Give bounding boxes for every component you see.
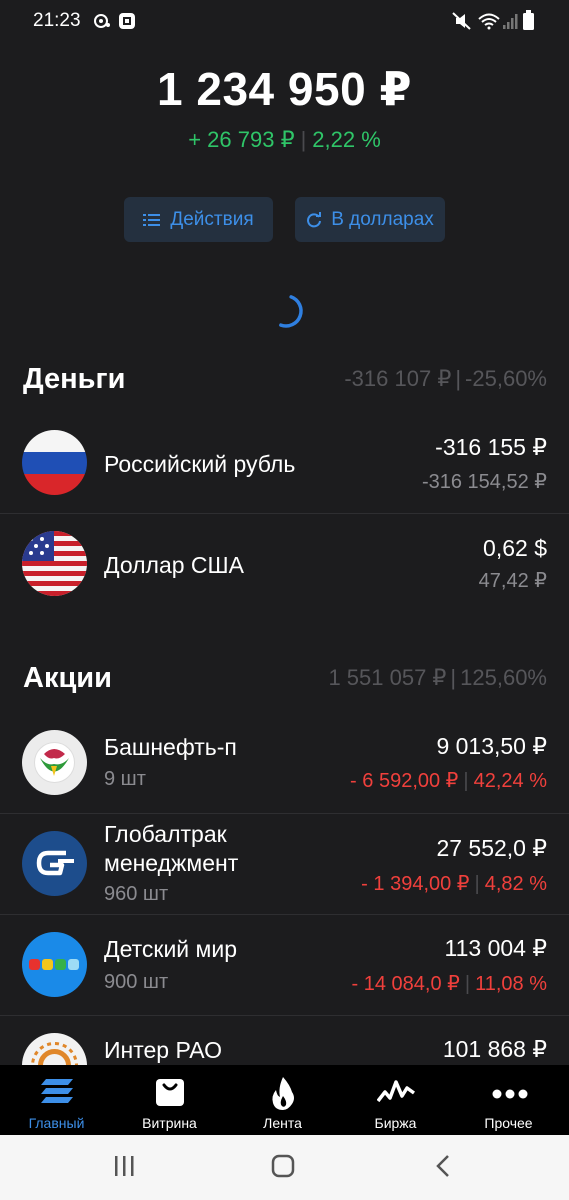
item-change-abs: - 6 592,00 ₽ <box>350 770 459 792</box>
actions-button-label: Действия <box>170 208 254 230</box>
tab-label: Прочее <box>484 1115 533 1131</box>
home-stack-icon <box>41 1079 73 1103</box>
separator: | <box>455 366 462 391</box>
money-section-sum: -316 107 ₽ | -25,60% <box>344 366 547 392</box>
screenshot-icon <box>119 13 135 29</box>
item-quantity: 900 шт <box>104 971 169 993</box>
signal-icon <box>503 14 518 29</box>
item-quantity: 9 шт <box>104 768 146 790</box>
item-change-pct: 42,24 % <box>473 770 547 792</box>
list-item-stock[interactable]: Детский мир 900 шт 113 004 ₽ - 14 084,0 … <box>0 915 569 1015</box>
actions-button[interactable]: Действия <box>124 197 273 242</box>
currency-toggle-button[interactable]: В долларах <box>295 197 445 242</box>
home-icon[interactable] <box>271 1154 295 1178</box>
item-value: 9 013,50 ₽ <box>436 733 547 759</box>
separator: | <box>450 665 457 690</box>
item-name-line1: Глобалтрак <box>104 821 227 847</box>
item-value: 27 552,0 ₽ <box>436 835 547 861</box>
portfolio-total: 1 234 950 ₽ <box>157 63 412 115</box>
item-value-rub: 47,42 ₽ <box>478 570 547 592</box>
item-name-line2: менеджмент <box>104 850 239 876</box>
inter-rao-logo-icon <box>22 1033 87 1065</box>
battery-icon <box>523 10 534 30</box>
tab-home[interactable]: Главный <box>0 1065 113 1135</box>
stocks-sum-pct: 125,60% <box>460 665 547 690</box>
item-change: - 1 394,00 ₽ | 4,82 % <box>361 871 547 896</box>
tab-showcase[interactable]: Витрина <box>113 1065 226 1135</box>
chart-line-icon <box>377 1080 415 1103</box>
mute-icon <box>452 12 471 30</box>
portfolio-change: + 26 793 ₽ | 2,22 % <box>0 127 569 153</box>
item-value: 101 868 ₽ <box>442 1036 547 1062</box>
russia-flag-icon <box>22 430 87 495</box>
portfolio-change-abs: + 26 793 ₽ <box>188 127 295 152</box>
status-time: 21:23 <box>33 10 81 31</box>
bashneft-logo-icon <box>22 730 87 795</box>
tab-label: Биржа <box>374 1115 417 1131</box>
list-item-stock[interactable]: Башнефть-п 9 шт 9 013,50 ₽ - 6 592,00 ₽ |… <box>0 713 569 813</box>
shopping-bag-icon <box>156 1079 184 1106</box>
refresh-icon <box>307 211 322 227</box>
item-change-abs: - 14 084,0 ₽ <box>351 973 460 995</box>
more-dots-icon <box>492 1089 528 1099</box>
item-quantity: 960 шт <box>104 883 169 905</box>
list-icon <box>143 213 161 226</box>
tab-label: Витрина <box>142 1115 197 1131</box>
list-item-rub[interactable]: Российский рубль -316 155 ₽ -316 154,52 … <box>0 413 569 513</box>
item-name: Интер РАО <box>104 1037 223 1063</box>
stocks-sum-abs: 1 551 057 ₽ <box>328 665 447 690</box>
globaltrans-logo-icon <box>22 831 87 896</box>
stocks-section-title: Акции <box>23 661 112 694</box>
item-change-abs: - 1 394,00 ₽ <box>361 873 470 895</box>
item-name: Башнефть-п <box>104 734 237 760</box>
list-item-usd[interactable]: Доллар США 0,62 $ 47,42 ₽ <box>0 514 569 614</box>
item-name: Глобалтрак менеджмент <box>104 820 238 878</box>
tab-more[interactable]: Прочее <box>452 1065 565 1135</box>
money-sum-abs: -316 107 ₽ <box>344 366 452 391</box>
item-value: -316 155 ₽ <box>435 434 547 460</box>
system-nav-bar <box>0 1135 569 1200</box>
portfolio-change-pct: 2,22 % <box>312 127 381 152</box>
stocks-section-sum: 1 551 057 ₽ | 125,60% <box>328 665 547 691</box>
money-sum-pct: -25,60% <box>465 366 547 391</box>
separator: | <box>464 973 471 995</box>
item-change-pct: 4,82 % <box>484 873 547 895</box>
currency-toggle-label: В долларах <box>331 208 434 230</box>
item-change: - 14 084,0 ₽ | 11,08 % <box>352 971 547 996</box>
loading-spinner-icon <box>279 295 303 328</box>
flame-icon <box>272 1077 294 1110</box>
list-item-stock[interactable]: Глобалтрак менеджмент 960 шт 27 552,0 ₽ -… <box>0 814 569 914</box>
stocks-section-header: Акции 1 551 057 ₽ | 125,60% <box>23 658 547 698</box>
bottom-tab-bar: Главный Витрина Лента Биржа Прочее <box>0 1065 569 1135</box>
tab-exchange[interactable]: Биржа <box>339 1065 452 1135</box>
list-item-stock[interactable]: Интер РАО 101 868 ₽ <box>0 1016 569 1065</box>
tab-label: Лента <box>263 1115 302 1131</box>
chat-bubble-icon <box>94 14 110 28</box>
item-value: 113 004 ₽ <box>444 935 547 961</box>
item-name: Детский мир <box>104 936 237 962</box>
recent-apps-icon[interactable] <box>114 1156 136 1176</box>
tab-feed[interactable]: Лента <box>226 1065 339 1135</box>
detsky-mir-logo-icon <box>22 932 87 997</box>
item-change: - 6 592,00 ₽ | 42,24 % <box>350 768 547 793</box>
item-value: 0,62 $ <box>483 535 547 561</box>
item-value-rub: -316 154,52 ₽ <box>421 471 547 493</box>
wifi-icon <box>478 13 500 30</box>
back-icon[interactable] <box>435 1154 451 1178</box>
money-section-title: Деньги <box>23 362 126 395</box>
usa-flag-icon <box>22 531 87 596</box>
status-bar: 21:23 <box>0 0 569 44</box>
separator: | <box>463 770 469 792</box>
separator: | <box>474 873 480 895</box>
item-change-pct: 11,08 % <box>475 973 547 995</box>
item-name: Доллар США <box>104 552 244 578</box>
money-section-header: Деньги -316 107 ₽ | -25,60% <box>23 359 547 399</box>
separator: | <box>300 127 307 152</box>
tab-label: Главный <box>28 1115 85 1131</box>
item-name: Российский рубль <box>104 451 296 477</box>
